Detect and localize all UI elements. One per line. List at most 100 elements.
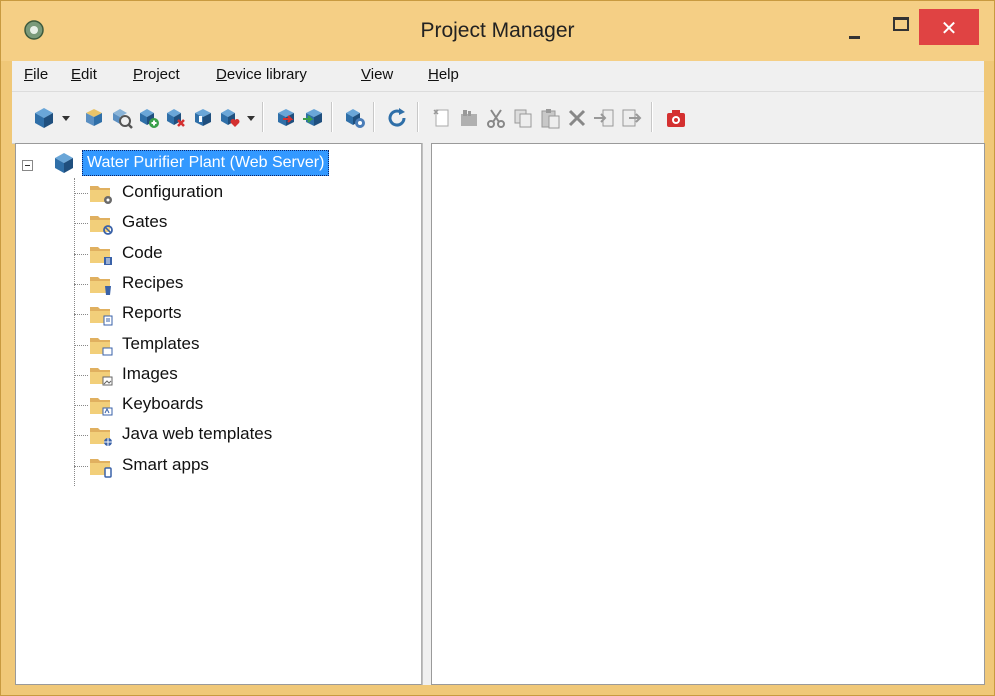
menu-edit-label: dit [81,66,97,83]
collapse-root-toggle[interactable] [22,160,33,171]
tree-item-label: Smart apps [122,454,209,474]
tree-connector [74,283,88,285]
tree-item-label: Gates [122,212,168,232]
minimize-button[interactable] [831,9,877,45]
project-cube-icon [55,153,73,173]
keyboard-icon [90,398,113,416]
toolbar [12,92,984,144]
tree-item[interactable]: Recipes [74,270,404,298]
toolbar-separator [373,102,375,132]
menu-view[interactable]: View [361,66,393,83]
close-button[interactable]: ✕ [919,9,979,45]
tree-connector [74,344,88,346]
menu-device-library-label: evice library [226,66,307,83]
menu-bar: File Edit Project Device library View He… [12,61,984,92]
menu-help-accel: H [428,66,439,83]
tree-connector [74,193,88,194]
report-icon [90,307,113,326]
search-project-icon[interactable] [110,106,134,130]
menu-edit[interactable]: Edit [71,66,97,83]
toolbar-separator [651,102,653,132]
remove-device-icon[interactable] [164,106,188,130]
tree-item[interactable]: Reports [74,300,404,328]
menu-project-label: roject [143,66,180,83]
tree-connector [74,374,88,376]
tree-connector [74,465,88,467]
tree-connector [74,405,88,407]
menu-project-accel: P [133,66,144,83]
compile-icon[interactable] [343,106,367,130]
menu-device-library-accel: D [216,66,227,83]
minimize-icon [849,36,860,39]
tree-root-project[interactable]: Water Purifier Plant (Web Server) [82,150,330,176]
phone-icon [90,458,112,478]
maximize-button[interactable] [877,9,923,45]
device-properties-icon[interactable] [191,106,215,130]
tree-connector [74,223,88,225]
delete-icon[interactable] [565,106,589,130]
template-icon [90,337,113,355]
tree-item-label: Reports [122,303,182,323]
toolbar-separator [417,102,419,132]
new-project-dropdown[interactable] [62,116,70,121]
favorite-device-icon[interactable] [218,106,242,130]
maximize-icon [893,17,909,31]
project-manager-window: Project Manager ✕ File Edit Project Devi… [0,0,995,696]
menu-file[interactable]: File [24,66,48,83]
add-device-icon[interactable] [137,106,161,130]
menu-help[interactable]: Help [428,66,459,83]
menu-file-label: ile [33,66,49,83]
image-icon [90,367,113,386]
menu-file-accel: F [24,66,34,83]
tree-item[interactable]: Configuration [74,179,404,207]
tree-connector [74,435,88,437]
tree-item[interactable]: Images [74,361,404,389]
download-icon[interactable] [301,106,325,130]
tree-item-label: Templates [122,333,200,353]
paste-icon[interactable] [538,106,562,130]
tree-item[interactable]: Keyboards [74,391,404,419]
tree-item-label: Keyboards [122,394,204,414]
camera-icon[interactable] [664,106,688,130]
favorite-dropdown[interactable] [247,116,255,121]
gear-icon [90,186,112,204]
menu-view-accel: V [361,66,371,83]
menu-edit-accel: E [71,66,82,83]
project-tree-pane[interactable]: Water Purifier Plant (Web Server) Config… [15,143,422,685]
close-icon: ✕ [940,16,958,40]
open-project-icon[interactable] [82,106,106,130]
globe-icon [90,428,112,447]
tree-item-label: Recipes [122,272,184,292]
refresh-icon[interactable] [385,106,409,130]
tree-item[interactable]: Templates [74,331,404,359]
menu-device-library[interactable]: Device library [216,66,307,83]
menu-view-label: iew [370,66,394,83]
tree-item[interactable]: Java web templates [74,421,404,449]
export-icon[interactable] [619,106,643,130]
recipe-icon [90,276,111,295]
tree-connector [74,253,88,255]
upload-icon[interactable] [274,106,298,130]
toolbar-separator [262,102,264,132]
new-project-icon[interactable] [32,106,56,130]
title-bar[interactable]: Project Manager ✕ [1,1,994,61]
copy-icon[interactable] [511,106,535,130]
cut-icon[interactable] [484,106,508,130]
menu-help-label: elp [438,66,459,83]
tree-item-label: Configuration [122,182,224,201]
gates-icon [90,216,113,236]
code-icon [90,246,112,265]
menu-project[interactable]: Project [133,66,180,83]
new-item-icon[interactable] [430,106,454,130]
tree-item-label: Images [122,363,178,383]
toolbar-separator [331,102,333,132]
rename-icon[interactable] [457,106,481,130]
tree-item-label: Java web templates [122,424,273,444]
tree-item-label: Code [122,242,163,262]
tree-item[interactable]: Gates [74,209,404,237]
import-icon[interactable] [592,106,616,130]
content-pane[interactable] [431,143,985,685]
tree-connector [74,314,88,316]
tree-item[interactable]: Code [74,240,404,268]
tree-item[interactable]: Smart apps [74,452,404,480]
